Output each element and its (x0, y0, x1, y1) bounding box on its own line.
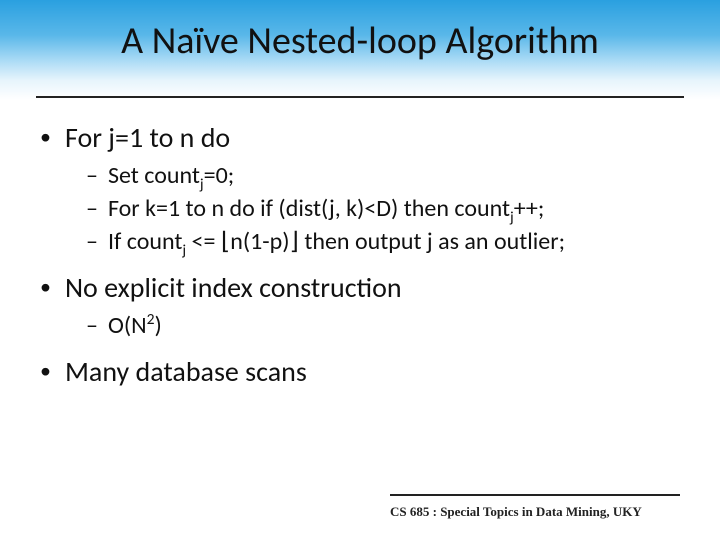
bullet-level1: • No explicit index construction (40, 270, 680, 305)
text-fragment: =0; (204, 161, 235, 190)
bullet-dot-icon: • (40, 120, 51, 154)
bullet-text: For k=1 to n do if (dist(j, k)<D) then c… (108, 194, 544, 223)
footer-text: CS 685 : Special Topics in Data Mining, … (390, 504, 680, 520)
bullet-level2: – O(N2) (86, 311, 680, 340)
bullet-level1: • For j=1 to n do (40, 120, 680, 155)
text-fragment: ++; (514, 194, 545, 223)
bullet-level2: – For k=1 to n do if (dist(j, k)<D) then… (86, 194, 680, 223)
text-fragment: Set count (108, 161, 200, 190)
bullet-text: Many database scans (65, 354, 307, 389)
footer-rule (390, 494, 680, 496)
content-area: • For j=1 to n do – Set countj=0; – For … (40, 120, 680, 403)
bullet-dash-icon: – (86, 194, 98, 223)
bullet-group-2: • No explicit index construction – O(N2) (40, 270, 680, 340)
bullet-level2: – If countj <= ⌊n(1-p)⌋ then output j as… (86, 227, 680, 256)
bullet-level1: • Many database scans (40, 354, 680, 389)
title-underline (36, 96, 684, 98)
superscript-2: 2 (147, 310, 155, 329)
bullet-dash-icon: – (86, 311, 98, 340)
text-fragment: O(N (108, 311, 147, 340)
bullet-text: No explicit index construction (65, 270, 402, 305)
bullet-text: O(N2) (108, 311, 162, 340)
slide-title: A Naïve Nested-loop Algorithm (0, 18, 720, 64)
text-fragment: ) (155, 311, 162, 340)
bullet-dot-icon: • (40, 270, 51, 304)
text-fragment: For k=1 to n do if (dist(j, k)<D) then c… (108, 194, 510, 223)
bullet-group-3: • Many database scans (40, 354, 680, 389)
bullet-dash-icon: – (86, 161, 98, 190)
bullet-dot-icon: • (40, 354, 51, 388)
bullet-text: If countj <= ⌊n(1-p)⌋ then output j as a… (108, 227, 565, 256)
bullet-text: Set countj=0; (108, 161, 234, 190)
slide: A Naïve Nested-loop Algorithm • For j=1 … (0, 0, 720, 540)
text-fragment: If count (108, 227, 182, 256)
text-fragment: <= ⌊n(1-p)⌋ then output j as an outlier; (186, 227, 565, 256)
bullet-dash-icon: – (86, 227, 98, 256)
bullet-text: For j=1 to n do (65, 120, 230, 155)
bullet-group-1: • For j=1 to n do – Set countj=0; – For … (40, 120, 680, 256)
bullet-level2: – Set countj=0; (86, 161, 680, 190)
